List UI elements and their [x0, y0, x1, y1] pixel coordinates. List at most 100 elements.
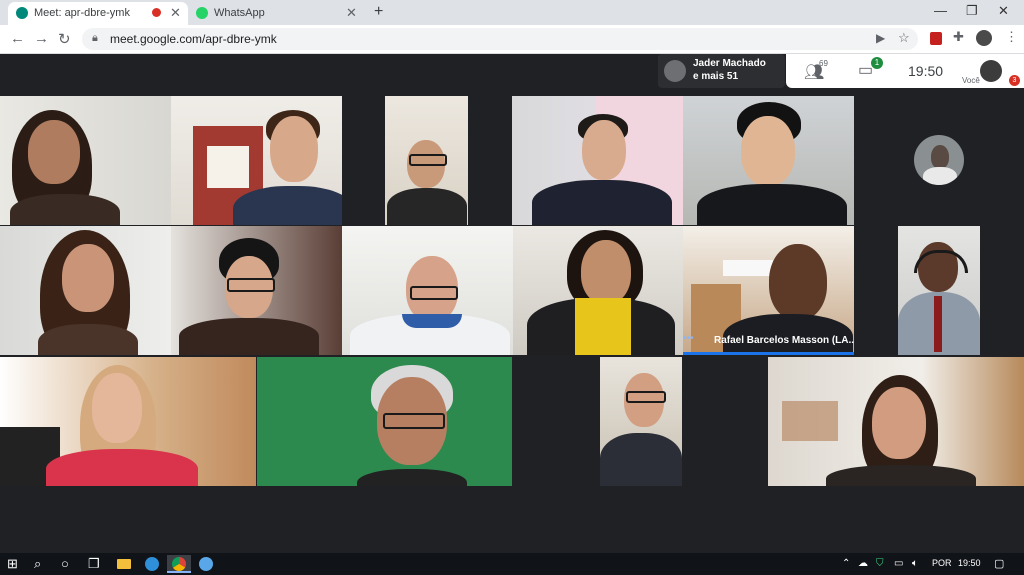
chevron-up-icon[interactable]: ⌃ [842, 558, 850, 569]
whatsapp-icon [196, 7, 208, 19]
people-count: 69 [819, 59, 828, 68]
close-tab-icon[interactable]: ✕ [170, 5, 181, 21]
glasses [227, 278, 275, 292]
browser-toolbar: ← → ↻ 🔒︎ meet.google.com/apr-dbre-ymk ▶ … [0, 25, 1024, 54]
forward-button[interactable]: → [34, 30, 49, 47]
extension-icon[interactable] [930, 32, 942, 45]
window-close-button[interactable]: ✕ [998, 3, 1009, 19]
participant-shirt [575, 298, 631, 355]
browser-tab-strip: Meet: apr-dbre-ymk ✕ WhatsApp ✕ + — ❐ ✕ [0, 0, 1024, 25]
participant-body [10, 194, 120, 225]
back-button[interactable]: ← [10, 30, 25, 47]
cortana-icon[interactable]: ○ [61, 556, 69, 571]
tab-whatsapp[interactable]: WhatsApp ✕ [188, 2, 364, 25]
battery-icon[interactable]: ▭ [894, 558, 903, 569]
url-text: meet.google.com/apr-dbre-ymk [110, 32, 277, 46]
video-tile[interactable] [0, 226, 171, 355]
address-bar[interactable]: 🔒︎ meet.google.com/apr-dbre-ymk ▶ ☆ [82, 28, 918, 50]
video-tile[interactable] [0, 357, 256, 486]
chrome-icon[interactable] [167, 555, 191, 573]
new-tab-button[interactable]: + [374, 3, 383, 21]
minimize-button[interactable]: — [934, 3, 947, 18]
participant-body [46, 449, 198, 486]
close-tab-icon[interactable]: ✕ [346, 5, 357, 21]
video-tile[interactable] [0, 96, 171, 225]
participant-body [826, 465, 976, 486]
star-icon[interactable]: ☆ [898, 30, 910, 46]
video-tile[interactable] [171, 226, 342, 355]
participant-tie [934, 296, 942, 352]
tab-title: WhatsApp [214, 7, 265, 19]
participant-face [769, 244, 827, 320]
background-poster [207, 146, 249, 188]
windows-start-icon[interactable]: ⊞ [7, 556, 18, 572]
tab-meet[interactable]: Meet: apr-dbre-ymk ✕ [8, 2, 188, 25]
participant-face [931, 145, 949, 169]
meet-top-bar: Jader Machado e mais 51 👥︎ 69 ▭ 1 19:50 … [0, 54, 1024, 94]
video-tile[interactable] [898, 226, 980, 355]
chrome-logo-icon [172, 557, 186, 571]
participant-face [581, 240, 631, 304]
video-tile[interactable] [342, 226, 513, 355]
edge-icon[interactable] [140, 555, 164, 573]
participant-body [38, 324, 138, 355]
video-tile[interactable] [513, 226, 683, 355]
restore-button[interactable]: ❐ [966, 3, 978, 19]
video-tile[interactable] [683, 96, 854, 225]
self-label: Você [962, 76, 980, 85]
camera-icon[interactable]: ▶ [876, 31, 885, 45]
language-indicator[interactable]: POR [932, 558, 952, 568]
video-tile[interactable] [768, 357, 1024, 486]
file-explorer-icon[interactable] [112, 555, 136, 573]
participant-avatar[interactable] [914, 135, 964, 185]
video-tile[interactable] [171, 96, 342, 225]
search-icon[interactable]: ⌕ [34, 556, 41, 572]
volume-icon[interactable]: 🔈︎ [912, 558, 918, 569]
self-badge: 3 [1009, 75, 1020, 86]
taskbar-clock[interactable]: 19:50 [958, 558, 981, 568]
meet-info-panel: 👥︎ 69 ▭ 1 19:50 Você 3 [786, 54, 1024, 88]
video-tile-active-speaker[interactable]: ••• Rafael Barcelos Masson (LA... [683, 226, 854, 355]
presenter-more: e mais 51 [693, 71, 739, 82]
shield-icon[interactable]: ⛉ [876, 558, 884, 569]
video-tile[interactable] [512, 96, 683, 225]
profile-icon[interactable] [976, 30, 992, 46]
participant-face [92, 373, 142, 443]
background-air-conditioner [723, 260, 773, 276]
participant-body [387, 188, 467, 225]
glasses [383, 413, 445, 429]
glasses [409, 154, 447, 166]
reload-button[interactable]: ↻ [58, 30, 71, 48]
participant-body [923, 167, 957, 185]
participant-body [179, 318, 319, 355]
globe-app-icon[interactable] [194, 555, 218, 573]
video-tile[interactable] [600, 357, 682, 486]
recording-indicator-icon [152, 8, 161, 17]
avatar [664, 60, 686, 82]
google-meet-icon [16, 7, 28, 19]
puzzle-icon[interactable]: ✚ [953, 29, 964, 45]
chat-badge: 1 [871, 57, 883, 69]
menu-icon[interactable]: ⋮ [1005, 29, 1018, 45]
meeting-clock: 19:50 [908, 63, 944, 79]
participant-body [697, 184, 847, 225]
self-avatar[interactable] [980, 60, 1002, 82]
globe-logo-icon [199, 557, 213, 571]
participant-face [872, 387, 926, 459]
video-tile[interactable] [257, 357, 512, 486]
cloud-icon[interactable]: ☁ [858, 558, 868, 569]
participant-body [600, 433, 682, 486]
participant-body [357, 469, 467, 486]
background-shelf [782, 401, 838, 441]
presenter-chip[interactable]: Jader Machado e mais 51 [658, 54, 785, 88]
windows-taskbar: ⊞ ⌕ ○ ❐ ⌃ ☁ ⛉ ▭ 🔈︎ POR 19:50 ▢ [0, 553, 1024, 575]
presenter-name: Jader Machado [693, 58, 766, 69]
participant-body [532, 180, 672, 225]
participant-face [270, 116, 318, 182]
video-tile[interactable] [385, 96, 468, 225]
lock-icon: 🔒︎ [92, 32, 98, 44]
participant-name-label: Rafael Barcelos Masson (LA... [714, 335, 854, 346]
participant-face [741, 116, 795, 186]
task-view-icon[interactable]: ❐ [88, 556, 100, 572]
notification-icon[interactable]: ▢ [994, 557, 1004, 570]
